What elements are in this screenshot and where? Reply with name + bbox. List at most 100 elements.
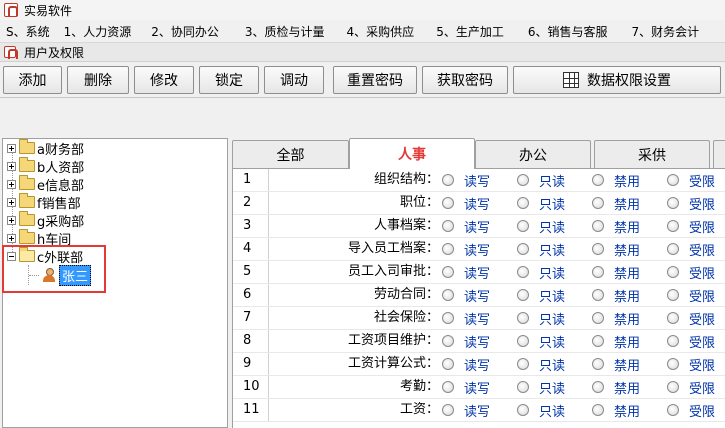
- menu-office[interactable]: 2、协同办公: [131, 23, 219, 40]
- radio-button[interactable]: [442, 243, 454, 255]
- data-permission-button[interactable]: 数据权限设置: [513, 66, 721, 94]
- expand-icon[interactable]: [7, 197, 16, 207]
- permission-option[interactable]: 受限: [667, 192, 715, 214]
- tab-more[interactable]: [713, 140, 725, 168]
- delete-button[interactable]: 删除: [67, 66, 129, 94]
- permission-option[interactable]: 受限: [667, 376, 715, 398]
- permission-option[interactable]: 受限: [667, 215, 715, 237]
- radio-button[interactable]: [667, 220, 679, 232]
- radio-button[interactable]: [442, 335, 454, 347]
- permission-option[interactable]: 禁用: [592, 330, 640, 352]
- expand-icon[interactable]: [7, 233, 16, 243]
- permission-option[interactable]: 只读: [517, 307, 565, 329]
- collapse-icon[interactable]: [7, 251, 16, 261]
- radio-button[interactable]: [592, 174, 604, 186]
- radio-button[interactable]: [592, 243, 604, 255]
- permission-option[interactable]: 只读: [517, 330, 565, 352]
- radio-button[interactable]: [442, 266, 454, 278]
- permission-option[interactable]: 受限: [667, 330, 715, 352]
- permission-option[interactable]: 受限: [667, 307, 715, 329]
- radio-button[interactable]: [592, 358, 604, 370]
- menu-quality[interactable]: 3、质检与计量: [219, 23, 325, 40]
- permission-option[interactable]: 读写: [442, 169, 490, 191]
- permission-option[interactable]: 读写: [442, 238, 490, 260]
- permission-option[interactable]: 受限: [667, 353, 715, 375]
- permission-option[interactable]: 只读: [517, 376, 565, 398]
- permission-option[interactable]: 受限: [667, 169, 715, 191]
- radio-button[interactable]: [667, 358, 679, 370]
- radio-button[interactable]: [667, 197, 679, 209]
- permission-option[interactable]: 读写: [442, 353, 490, 375]
- tab-purchasing[interactable]: 采供: [594, 140, 710, 168]
- permission-option[interactable]: 禁用: [592, 376, 640, 398]
- radio-button[interactable]: [517, 289, 529, 301]
- reset-password-button[interactable]: 重置密码: [333, 66, 417, 94]
- permission-option[interactable]: 读写: [442, 376, 490, 398]
- tree-item-dept[interactable]: h车间: [7, 229, 71, 248]
- permission-option[interactable]: 禁用: [592, 169, 640, 191]
- radio-button[interactable]: [517, 312, 529, 324]
- radio-button[interactable]: [517, 335, 529, 347]
- permission-option[interactable]: 受限: [667, 261, 715, 283]
- permission-option[interactable]: 读写: [442, 330, 490, 352]
- tree-item-dept[interactable]: g采购部: [7, 211, 84, 230]
- permission-option[interactable]: 禁用: [592, 353, 640, 375]
- radio-button[interactable]: [517, 266, 529, 278]
- radio-button[interactable]: [442, 220, 454, 232]
- menu-system[interactable]: S、系统: [0, 23, 50, 40]
- menu-finance[interactable]: 7、财务会计: [607, 23, 699, 40]
- tree-item-dept[interactable]: a财务部: [7, 139, 84, 158]
- add-button[interactable]: 添加: [3, 66, 62, 94]
- radio-button[interactable]: [517, 358, 529, 370]
- menu-production[interactable]: 5、生产加工: [414, 23, 504, 40]
- radio-button[interactable]: [592, 404, 604, 416]
- tree-item-user[interactable]: 张三: [43, 264, 92, 286]
- permission-option[interactable]: 只读: [517, 284, 565, 306]
- expand-icon[interactable]: [7, 179, 16, 189]
- radio-button[interactable]: [442, 174, 454, 186]
- modify-button[interactable]: 修改: [134, 66, 194, 94]
- permission-option[interactable]: 禁用: [592, 307, 640, 329]
- radio-button[interactable]: [667, 335, 679, 347]
- radio-button[interactable]: [592, 335, 604, 347]
- permission-option[interactable]: 只读: [517, 192, 565, 214]
- expand-icon[interactable]: [7, 161, 16, 171]
- radio-button[interactable]: [442, 312, 454, 324]
- radio-button[interactable]: [517, 197, 529, 209]
- radio-button[interactable]: [442, 289, 454, 301]
- radio-button[interactable]: [517, 174, 529, 186]
- radio-button[interactable]: [442, 197, 454, 209]
- tab-all[interactable]: 全部: [232, 140, 349, 168]
- expand-icon[interactable]: [7, 143, 16, 153]
- permission-option[interactable]: 禁用: [592, 215, 640, 237]
- permission-option[interactable]: 禁用: [592, 192, 640, 214]
- permission-option[interactable]: 受限: [667, 284, 715, 306]
- radio-button[interactable]: [592, 197, 604, 209]
- tree-item-dept[interactable]: f销售部: [7, 193, 81, 212]
- permission-option[interactable]: 读写: [442, 215, 490, 237]
- permission-option[interactable]: 只读: [517, 353, 565, 375]
- permission-option[interactable]: 只读: [517, 399, 565, 421]
- tree-item-dept[interactable]: b人资部: [7, 157, 84, 176]
- radio-button[interactable]: [592, 312, 604, 324]
- radio-button[interactable]: [592, 289, 604, 301]
- radio-button[interactable]: [517, 220, 529, 232]
- radio-button[interactable]: [667, 381, 679, 393]
- lock-button[interactable]: 锁定: [199, 66, 259, 94]
- expand-icon[interactable]: [7, 215, 16, 225]
- tree-item-dept[interactable]: c外联部: [7, 247, 83, 266]
- menu-purchase[interactable]: 4、采购供应: [325, 23, 415, 40]
- radio-button[interactable]: [517, 243, 529, 255]
- radio-button[interactable]: [592, 220, 604, 232]
- radio-button[interactable]: [517, 381, 529, 393]
- radio-button[interactable]: [517, 404, 529, 416]
- radio-button[interactable]: [442, 404, 454, 416]
- radio-button[interactable]: [667, 312, 679, 324]
- permission-option[interactable]: 读写: [442, 192, 490, 214]
- radio-button[interactable]: [667, 404, 679, 416]
- permission-option[interactable]: 禁用: [592, 399, 640, 421]
- permission-option[interactable]: 禁用: [592, 284, 640, 306]
- transfer-button[interactable]: 调动: [264, 66, 324, 94]
- permission-option[interactable]: 只读: [517, 215, 565, 237]
- radio-button[interactable]: [667, 243, 679, 255]
